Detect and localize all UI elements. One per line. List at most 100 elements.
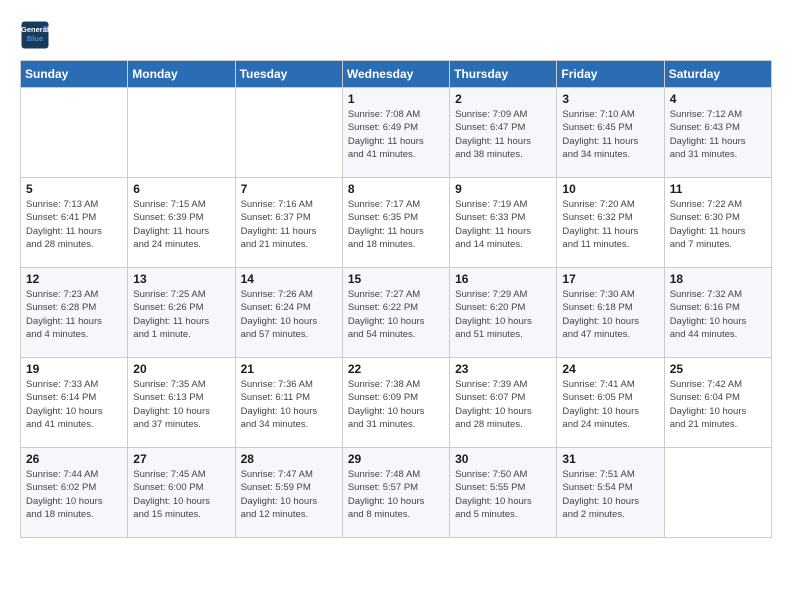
calendar-cell: 8 Sunrise: 7:17 AM Sunset: 6:35 PM Daylig… [342, 178, 449, 268]
day-number: 15 [348, 272, 444, 286]
calendar-cell: 1 Sunrise: 7:08 AM Sunset: 6:49 PM Daylig… [342, 88, 449, 178]
day-number: 19 [26, 362, 122, 376]
calendar-cell: 11Sunrise: 7:22 AM Sunset: 6:30 PM Dayli… [664, 178, 771, 268]
day-info: Sunrise: 7:23 AM Sunset: 6:28 PM Dayligh… [26, 288, 122, 341]
day-info: Sunrise: 7:27 AM Sunset: 6:22 PM Dayligh… [348, 288, 444, 341]
weekday-header: Thursday [450, 61, 557, 88]
day-info: Sunrise: 7:38 AM Sunset: 6:09 PM Dayligh… [348, 378, 444, 431]
calendar-cell: 9 Sunrise: 7:19 AM Sunset: 6:33 PM Daylig… [450, 178, 557, 268]
day-number: 24 [562, 362, 658, 376]
day-info: Sunrise: 7:13 AM Sunset: 6:41 PM Dayligh… [26, 198, 122, 251]
day-info: Sunrise: 7:35 AM Sunset: 6:13 PM Dayligh… [133, 378, 229, 431]
logo-icon: General Blue [20, 20, 50, 50]
calendar-cell: 30 Sunrise: 7:50 AM Sunset: 5:55 PM Dayli… [450, 448, 557, 538]
day-info: Sunrise: 7:19 AM Sunset: 6:33 PM Dayligh… [455, 198, 551, 251]
calendar-cell: 13 Sunrise: 7:25 AM Sunset: 6:26 PM Dayli… [128, 268, 235, 358]
day-info: Sunrise: 7:50 AM Sunset: 5:55 PM Dayligh… [455, 468, 551, 521]
calendar-week-row: 1 Sunrise: 7:08 AM Sunset: 6:49 PM Daylig… [21, 88, 772, 178]
day-info: Sunrise: 7:45 AM Sunset: 6:00 PM Dayligh… [133, 468, 229, 521]
day-info: Sunrise: 7:36 AM Sunset: 6:11 PM Dayligh… [241, 378, 337, 431]
day-number: 9 [455, 182, 551, 196]
calendar-week-row: 26 Sunrise: 7:44 AM Sunset: 6:02 PM Dayli… [21, 448, 772, 538]
calendar-cell: 20 Sunrise: 7:35 AM Sunset: 6:13 PM Dayli… [128, 358, 235, 448]
day-number: 8 [348, 182, 444, 196]
calendar-cell [21, 88, 128, 178]
calendar-cell: 2 Sunrise: 7:09 AM Sunset: 6:47 PM Daylig… [450, 88, 557, 178]
day-info: Sunrise: 7:39 AM Sunset: 6:07 PM Dayligh… [455, 378, 551, 431]
day-number: 14 [241, 272, 337, 286]
day-number: 30 [455, 452, 551, 466]
calendar-cell: 5 Sunrise: 7:13 AM Sunset: 6:41 PM Daylig… [21, 178, 128, 268]
day-info: Sunrise: 7:33 AM Sunset: 6:14 PM Dayligh… [26, 378, 122, 431]
calendar-week-row: 5 Sunrise: 7:13 AM Sunset: 6:41 PM Daylig… [21, 178, 772, 268]
calendar-cell: 15 Sunrise: 7:27 AM Sunset: 6:22 PM Dayli… [342, 268, 449, 358]
calendar-cell [128, 88, 235, 178]
calendar-cell: 14 Sunrise: 7:26 AM Sunset: 6:24 PM Dayli… [235, 268, 342, 358]
calendar-table: SundayMondayTuesdayWednesdayThursdayFrid… [20, 60, 772, 538]
weekday-header: Sunday [21, 61, 128, 88]
calendar-cell: 21 Sunrise: 7:36 AM Sunset: 6:11 PM Dayli… [235, 358, 342, 448]
day-info: Sunrise: 7:17 AM Sunset: 6:35 PM Dayligh… [348, 198, 444, 251]
day-number: 23 [455, 362, 551, 376]
weekday-header: Wednesday [342, 61, 449, 88]
calendar-cell [235, 88, 342, 178]
calendar-cell: 25 Sunrise: 7:42 AM Sunset: 6:04 PM Dayli… [664, 358, 771, 448]
day-number: 26 [26, 452, 122, 466]
day-number: 1 [348, 92, 444, 106]
day-info: Sunrise: 7:32 AM Sunset: 6:16 PM Dayligh… [670, 288, 766, 341]
day-info: Sunrise: 7:12 AM Sunset: 6:43 PM Dayligh… [670, 108, 766, 161]
day-number: 3 [562, 92, 658, 106]
calendar-cell: 23 Sunrise: 7:39 AM Sunset: 6:07 PM Dayli… [450, 358, 557, 448]
calendar-week-row: 19 Sunrise: 7:33 AM Sunset: 6:14 PM Dayli… [21, 358, 772, 448]
calendar-cell: 3 Sunrise: 7:10 AM Sunset: 6:45 PM Daylig… [557, 88, 664, 178]
day-number: 12 [26, 272, 122, 286]
day-number: 4 [670, 92, 766, 106]
day-info: Sunrise: 7:29 AM Sunset: 6:20 PM Dayligh… [455, 288, 551, 341]
calendar-cell: 26 Sunrise: 7:44 AM Sunset: 6:02 PM Dayli… [21, 448, 128, 538]
calendar-cell: 16Sunrise: 7:29 AM Sunset: 6:20 PM Dayli… [450, 268, 557, 358]
day-number: 17 [562, 272, 658, 286]
svg-text:Blue: Blue [27, 34, 43, 43]
day-number: 27 [133, 452, 229, 466]
weekday-header: Friday [557, 61, 664, 88]
day-info: Sunrise: 7:44 AM Sunset: 6:02 PM Dayligh… [26, 468, 122, 521]
day-number: 11 [670, 182, 766, 196]
day-number: 18 [670, 272, 766, 286]
weekday-header: Saturday [664, 61, 771, 88]
day-number: 13 [133, 272, 229, 286]
calendar-cell: 27 Sunrise: 7:45 AM Sunset: 6:00 PM Dayli… [128, 448, 235, 538]
day-info: Sunrise: 7:25 AM Sunset: 6:26 PM Dayligh… [133, 288, 229, 341]
day-number: 20 [133, 362, 229, 376]
calendar-cell: 6Sunrise: 7:15 AM Sunset: 6:39 PM Daylig… [128, 178, 235, 268]
day-info: Sunrise: 7:51 AM Sunset: 5:54 PM Dayligh… [562, 468, 658, 521]
day-number: 21 [241, 362, 337, 376]
day-info: Sunrise: 7:41 AM Sunset: 6:05 PM Dayligh… [562, 378, 658, 431]
day-number: 25 [670, 362, 766, 376]
day-number: 29 [348, 452, 444, 466]
day-number: 2 [455, 92, 551, 106]
day-info: Sunrise: 7:08 AM Sunset: 6:49 PM Dayligh… [348, 108, 444, 161]
day-info: Sunrise: 7:42 AM Sunset: 6:04 PM Dayligh… [670, 378, 766, 431]
day-number: 7 [241, 182, 337, 196]
calendar-cell: 7 Sunrise: 7:16 AM Sunset: 6:37 PM Daylig… [235, 178, 342, 268]
day-info: Sunrise: 7:15 AM Sunset: 6:39 PM Dayligh… [133, 198, 229, 251]
day-info: Sunrise: 7:10 AM Sunset: 6:45 PM Dayligh… [562, 108, 658, 161]
calendar-cell: 29 Sunrise: 7:48 AM Sunset: 5:57 PM Dayli… [342, 448, 449, 538]
weekday-header: Monday [128, 61, 235, 88]
day-info: Sunrise: 7:16 AM Sunset: 6:37 PM Dayligh… [241, 198, 337, 251]
calendar-week-row: 12 Sunrise: 7:23 AM Sunset: 6:28 PM Dayli… [21, 268, 772, 358]
day-number: 31 [562, 452, 658, 466]
day-number: 5 [26, 182, 122, 196]
weekday-header: Tuesday [235, 61, 342, 88]
day-info: Sunrise: 7:09 AM Sunset: 6:47 PM Dayligh… [455, 108, 551, 161]
calendar-cell: 10Sunrise: 7:20 AM Sunset: 6:32 PM Dayli… [557, 178, 664, 268]
calendar-cell: 18 Sunrise: 7:32 AM Sunset: 6:16 PM Dayli… [664, 268, 771, 358]
page-header: General Blue [20, 20, 772, 50]
calendar-cell: 17Sunrise: 7:30 AM Sunset: 6:18 PM Dayli… [557, 268, 664, 358]
day-info: Sunrise: 7:48 AM Sunset: 5:57 PM Dayligh… [348, 468, 444, 521]
calendar-cell: 28Sunrise: 7:47 AM Sunset: 5:59 PM Dayli… [235, 448, 342, 538]
calendar-cell: 24 Sunrise: 7:41 AM Sunset: 6:05 PM Dayli… [557, 358, 664, 448]
logo: General Blue [20, 20, 54, 50]
calendar-cell [664, 448, 771, 538]
day-info: Sunrise: 7:26 AM Sunset: 6:24 PM Dayligh… [241, 288, 337, 341]
